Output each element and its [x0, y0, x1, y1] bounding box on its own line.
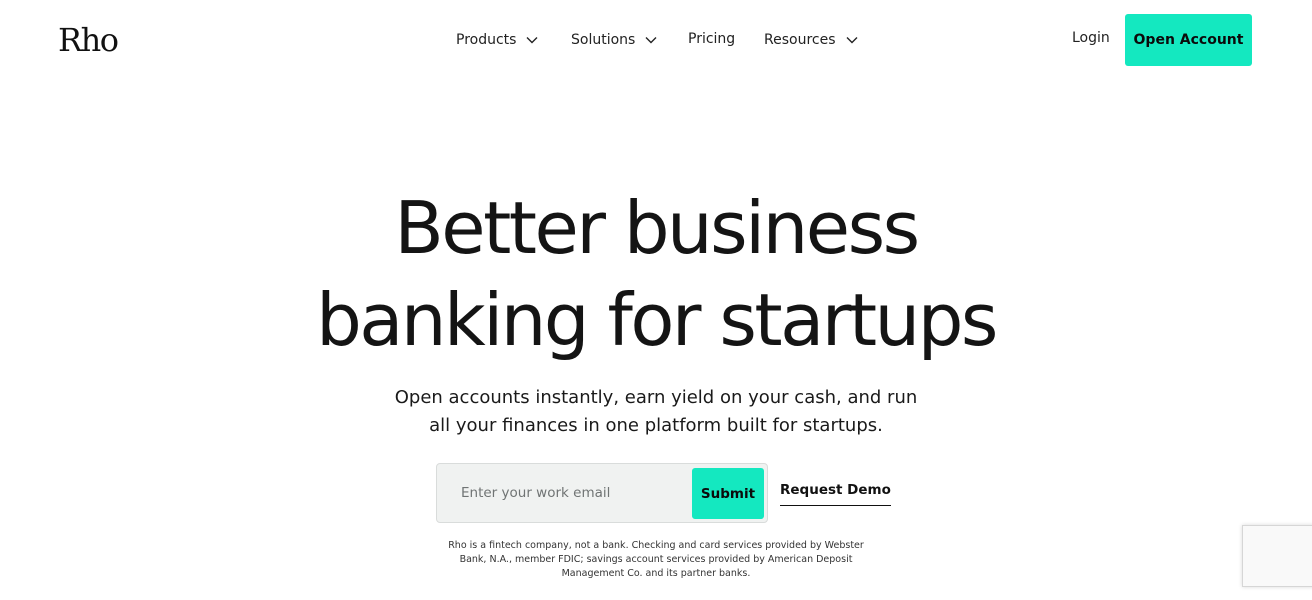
nav-item-solutions[interactable]: Solutions: [571, 30, 657, 50]
email-signup-form: Submit: [436, 463, 768, 523]
subheading-line: Open accounts instantly, earn yield on y…: [394, 387, 918, 408]
open-account-button[interactable]: Open Account: [1125, 14, 1252, 66]
disclaimer-line: Rho is a fintech company, not a bank. Ch…: [448, 540, 864, 551]
nav-item-pricing[interactable]: Pricing: [688, 29, 735, 49]
submit-button[interactable]: Submit: [692, 468, 764, 519]
hero-headline: Better business banking for startups: [0, 182, 1312, 366]
headline-line: Better business: [394, 186, 920, 270]
nav-item-label: Products: [456, 32, 517, 48]
subheading-line: all your finances in one platform built …: [429, 415, 883, 436]
rho-logo[interactable]: Rho: [58, 20, 119, 60]
recaptcha-badge[interactable]: [1242, 525, 1312, 587]
nav-item-resources[interactable]: Resources: [764, 30, 858, 50]
disclaimer-line: Management Co. and its partner banks.: [561, 568, 751, 579]
chevron-down-icon: [846, 37, 857, 44]
nav-item-label: Pricing: [688, 31, 736, 47]
work-email-input[interactable]: [461, 482, 681, 504]
headline-line: banking for startups: [316, 278, 998, 362]
hero-subheading: Open accounts instantly, earn yield on y…: [0, 384, 1312, 440]
request-demo-link[interactable]: Request Demo: [780, 482, 891, 506]
disclaimer-line: Bank, N.A., member FDIC; savings account…: [459, 554, 853, 565]
chevron-down-icon: [645, 37, 657, 44]
nav-item-label: Solutions: [571, 32, 636, 48]
nav-item-label: Resources: [764, 32, 836, 48]
legal-disclaimer: Rho is a fintech company, not a bank. Ch…: [446, 539, 866, 581]
login-link[interactable]: Login: [1072, 30, 1110, 46]
nav-item-products[interactable]: Products: [456, 30, 538, 50]
chevron-down-icon: [526, 37, 538, 44]
